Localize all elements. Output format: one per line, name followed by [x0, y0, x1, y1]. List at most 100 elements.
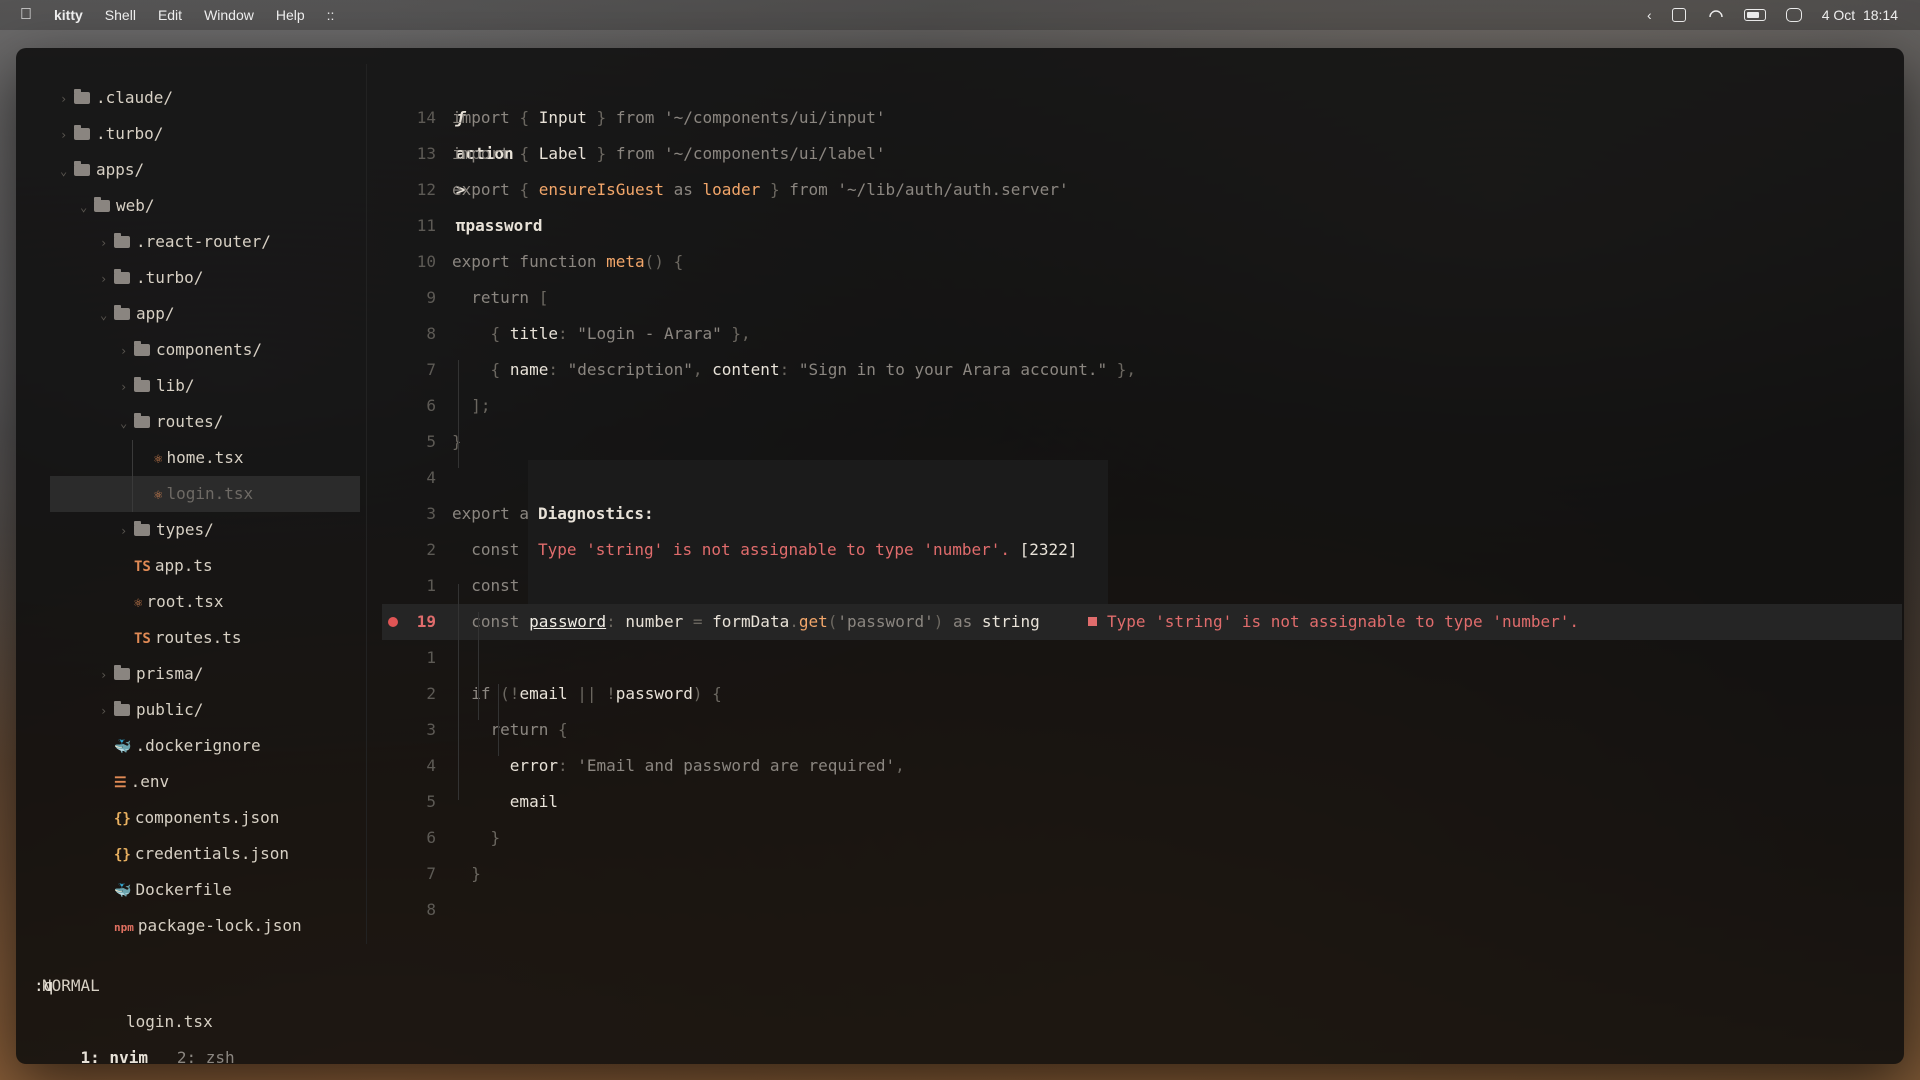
- control-center-icon[interactable]: [1785, 8, 1802, 22]
- line-code: export { ensureIsGuest as loader } from …: [452, 180, 1069, 199]
- tree-folder[interactable]: › .claude/: [50, 80, 360, 116]
- folder-icon: [134, 377, 150, 392]
- code-line[interactable]: 8 { title: "Login - Arara" },: [382, 316, 1902, 352]
- calendar-icon[interactable]: [1671, 8, 1686, 22]
- code-line[interactable]: 11: [382, 208, 1902, 244]
- chevron-right-icon[interactable]: ›: [100, 693, 114, 729]
- folder-icon: [74, 125, 90, 140]
- code-line[interactable]: 6 }: [382, 820, 1902, 856]
- menu-app-name[interactable]: kitty: [54, 7, 83, 23]
- editor-pane[interactable]: ƒ action > πpassword 14 import { Input } …: [382, 64, 1902, 944]
- tree-file[interactable]: ☰ .env: [50, 764, 360, 800]
- tree-folder[interactable]: › types/: [50, 512, 360, 548]
- tree-folder[interactable]: › .react-router/: [50, 224, 360, 260]
- tree-folder[interactable]: › lib/: [50, 368, 360, 404]
- terminal-window[interactable]: › .claude/› .turbo/⌄ apps/⌄ web/› .react-rout…: [16, 48, 1904, 1064]
- code-line[interactable]: 3 return {: [382, 712, 1902, 748]
- code-line-current[interactable]: 19 const password: number = formData.get…: [382, 604, 1902, 640]
- docker-file-icon: 🐳: [114, 739, 132, 755]
- code-line[interactable]: 5}: [382, 424, 1902, 460]
- menu-window[interactable]: Window: [204, 7, 254, 23]
- tree-folder[interactable]: ⌄ apps/: [50, 152, 360, 188]
- chevron-left-icon[interactable]: ‹: [1647, 7, 1652, 23]
- code-line[interactable]: 14 import { Input } from '~/components/ui…: [382, 100, 1902, 136]
- line-code: error: 'Email and password are required'…: [509, 756, 905, 775]
- menu-extra[interactable]: ::: [327, 7, 335, 23]
- menu-help[interactable]: Help: [276, 7, 305, 23]
- line-code: import { Input } from '~/components/ui/i…: [452, 108, 886, 127]
- indent-guide: [498, 684, 499, 756]
- chevron-right-icon[interactable]: ›: [100, 225, 114, 261]
- react-file-icon: ⚛: [154, 487, 163, 503]
- tree-folder[interactable]: ⌄ routes/: [50, 404, 360, 440]
- menubar-clock[interactable]: 4 Oct 18:14: [1822, 7, 1898, 23]
- chevron-right-icon[interactable]: ›: [120, 513, 134, 549]
- chevron-right-icon[interactable]: ›: [60, 81, 74, 117]
- tree-indent-guide: [132, 440, 133, 512]
- tab-zsh[interactable]: 2: zsh: [177, 1048, 235, 1064]
- code-line[interactable]: 8: [382, 892, 1902, 928]
- tree-file[interactable]: {} components.json: [50, 800, 360, 836]
- folder-icon: [114, 701, 130, 716]
- code-line[interactable]: 6 ];: [382, 388, 1902, 424]
- chevron-down-icon[interactable]: ⌄: [60, 153, 74, 189]
- tree-item-label: login.tsx: [166, 484, 254, 503]
- json-file-icon: {}: [114, 847, 131, 863]
- chevron-right-icon[interactable]: ›: [100, 261, 114, 297]
- code-line[interactable]: 13 import { Label } from '~/components/ui…: [382, 136, 1902, 172]
- chevron-right-icon[interactable]: ›: [120, 369, 134, 405]
- tree-folder[interactable]: ⌄ app/: [50, 296, 360, 332]
- line-number: 14: [416, 108, 436, 127]
- tree-item-label: .claude/: [96, 88, 174, 107]
- chevron-right-icon[interactable]: ›: [100, 657, 114, 693]
- tree-folder[interactable]: › public/: [50, 692, 360, 728]
- menu-shell[interactable]: Shell: [105, 7, 136, 23]
- command-line[interactable]: :q: [34, 968, 53, 1004]
- code-line[interactable]: 5 email: [382, 784, 1902, 820]
- code-line[interactable]: 9 return [: [382, 280, 1902, 316]
- line-code: const: [471, 576, 520, 595]
- tree-file[interactable]: 🐳 Dockerfile: [50, 872, 360, 908]
- tree-item-label: .dockerignore: [135, 736, 261, 755]
- wifi-icon[interactable]: [1706, 8, 1724, 22]
- tree-file[interactable]: {} credentials.json: [50, 836, 360, 872]
- tree-file[interactable]: ⚛ login.tsx: [50, 476, 360, 512]
- chevron-down-icon[interactable]: ⌄: [80, 189, 94, 225]
- tree-item-label: routes.ts: [154, 628, 242, 647]
- tree-folder[interactable]: ⌄ web/: [50, 188, 360, 224]
- line-code: { title: "Login - Arara" },: [490, 324, 751, 343]
- tree-item-label: prisma/: [136, 664, 204, 683]
- chevron-right-icon[interactable]: ›: [120, 333, 134, 369]
- tree-file[interactable]: TS app.ts: [50, 548, 360, 584]
- tree-file[interactable]: ⚛ root.tsx: [50, 584, 360, 620]
- code-line[interactable]: 2 if (!email || !password) {: [382, 676, 1902, 712]
- code-line[interactable]: 7 }: [382, 856, 1902, 892]
- code-line[interactable]: 7 { name: "description", content: "Sign …: [382, 352, 1902, 388]
- chevron-down-icon[interactable]: ⌄: [120, 405, 134, 441]
- chevron-down-icon[interactable]: ⌄: [100, 297, 114, 333]
- folder-icon: [114, 665, 130, 680]
- line-number: 3: [426, 720, 436, 739]
- tree-folder[interactable]: › components/: [50, 332, 360, 368]
- code-line[interactable]: 10 export function meta() {: [382, 244, 1902, 280]
- tree-item-label: app.ts: [154, 556, 213, 575]
- menu-edit[interactable]: Edit: [158, 7, 182, 23]
- tree-folder[interactable]: › .turbo/: [50, 260, 360, 296]
- tree-file[interactable]: TS routes.ts: [50, 620, 360, 656]
- tree-file[interactable]: ⚛ home.tsx: [50, 440, 360, 476]
- tree-item-label: .turbo/: [96, 124, 164, 143]
- folder-icon: [134, 341, 150, 356]
- chevron-right-icon[interactable]: ›: [60, 117, 74, 153]
- battery-icon[interactable]: [1743, 9, 1766, 21]
- folder-icon: [94, 197, 110, 212]
- code-line[interactable]: 1: [382, 640, 1902, 676]
- code-line[interactable]: 4 error: 'Email and password are require…: [382, 748, 1902, 784]
- code-line[interactable]: 12 export { ensureIsGuest as loader } fro…: [382, 172, 1902, 208]
- apple-menu-icon[interactable]: : [20, 6, 32, 24]
- tab-nvim[interactable]: 1: nvim: [81, 1048, 148, 1064]
- diagnostics-message: Type 'string' is not assignable to type …: [538, 532, 1077, 568]
- tree-file[interactable]: 🐳 .dockerignore: [50, 728, 360, 764]
- tree-folder[interactable]: › prisma/: [50, 656, 360, 692]
- tree-folder[interactable]: › .turbo/: [50, 116, 360, 152]
- line-number: 1: [426, 576, 436, 595]
